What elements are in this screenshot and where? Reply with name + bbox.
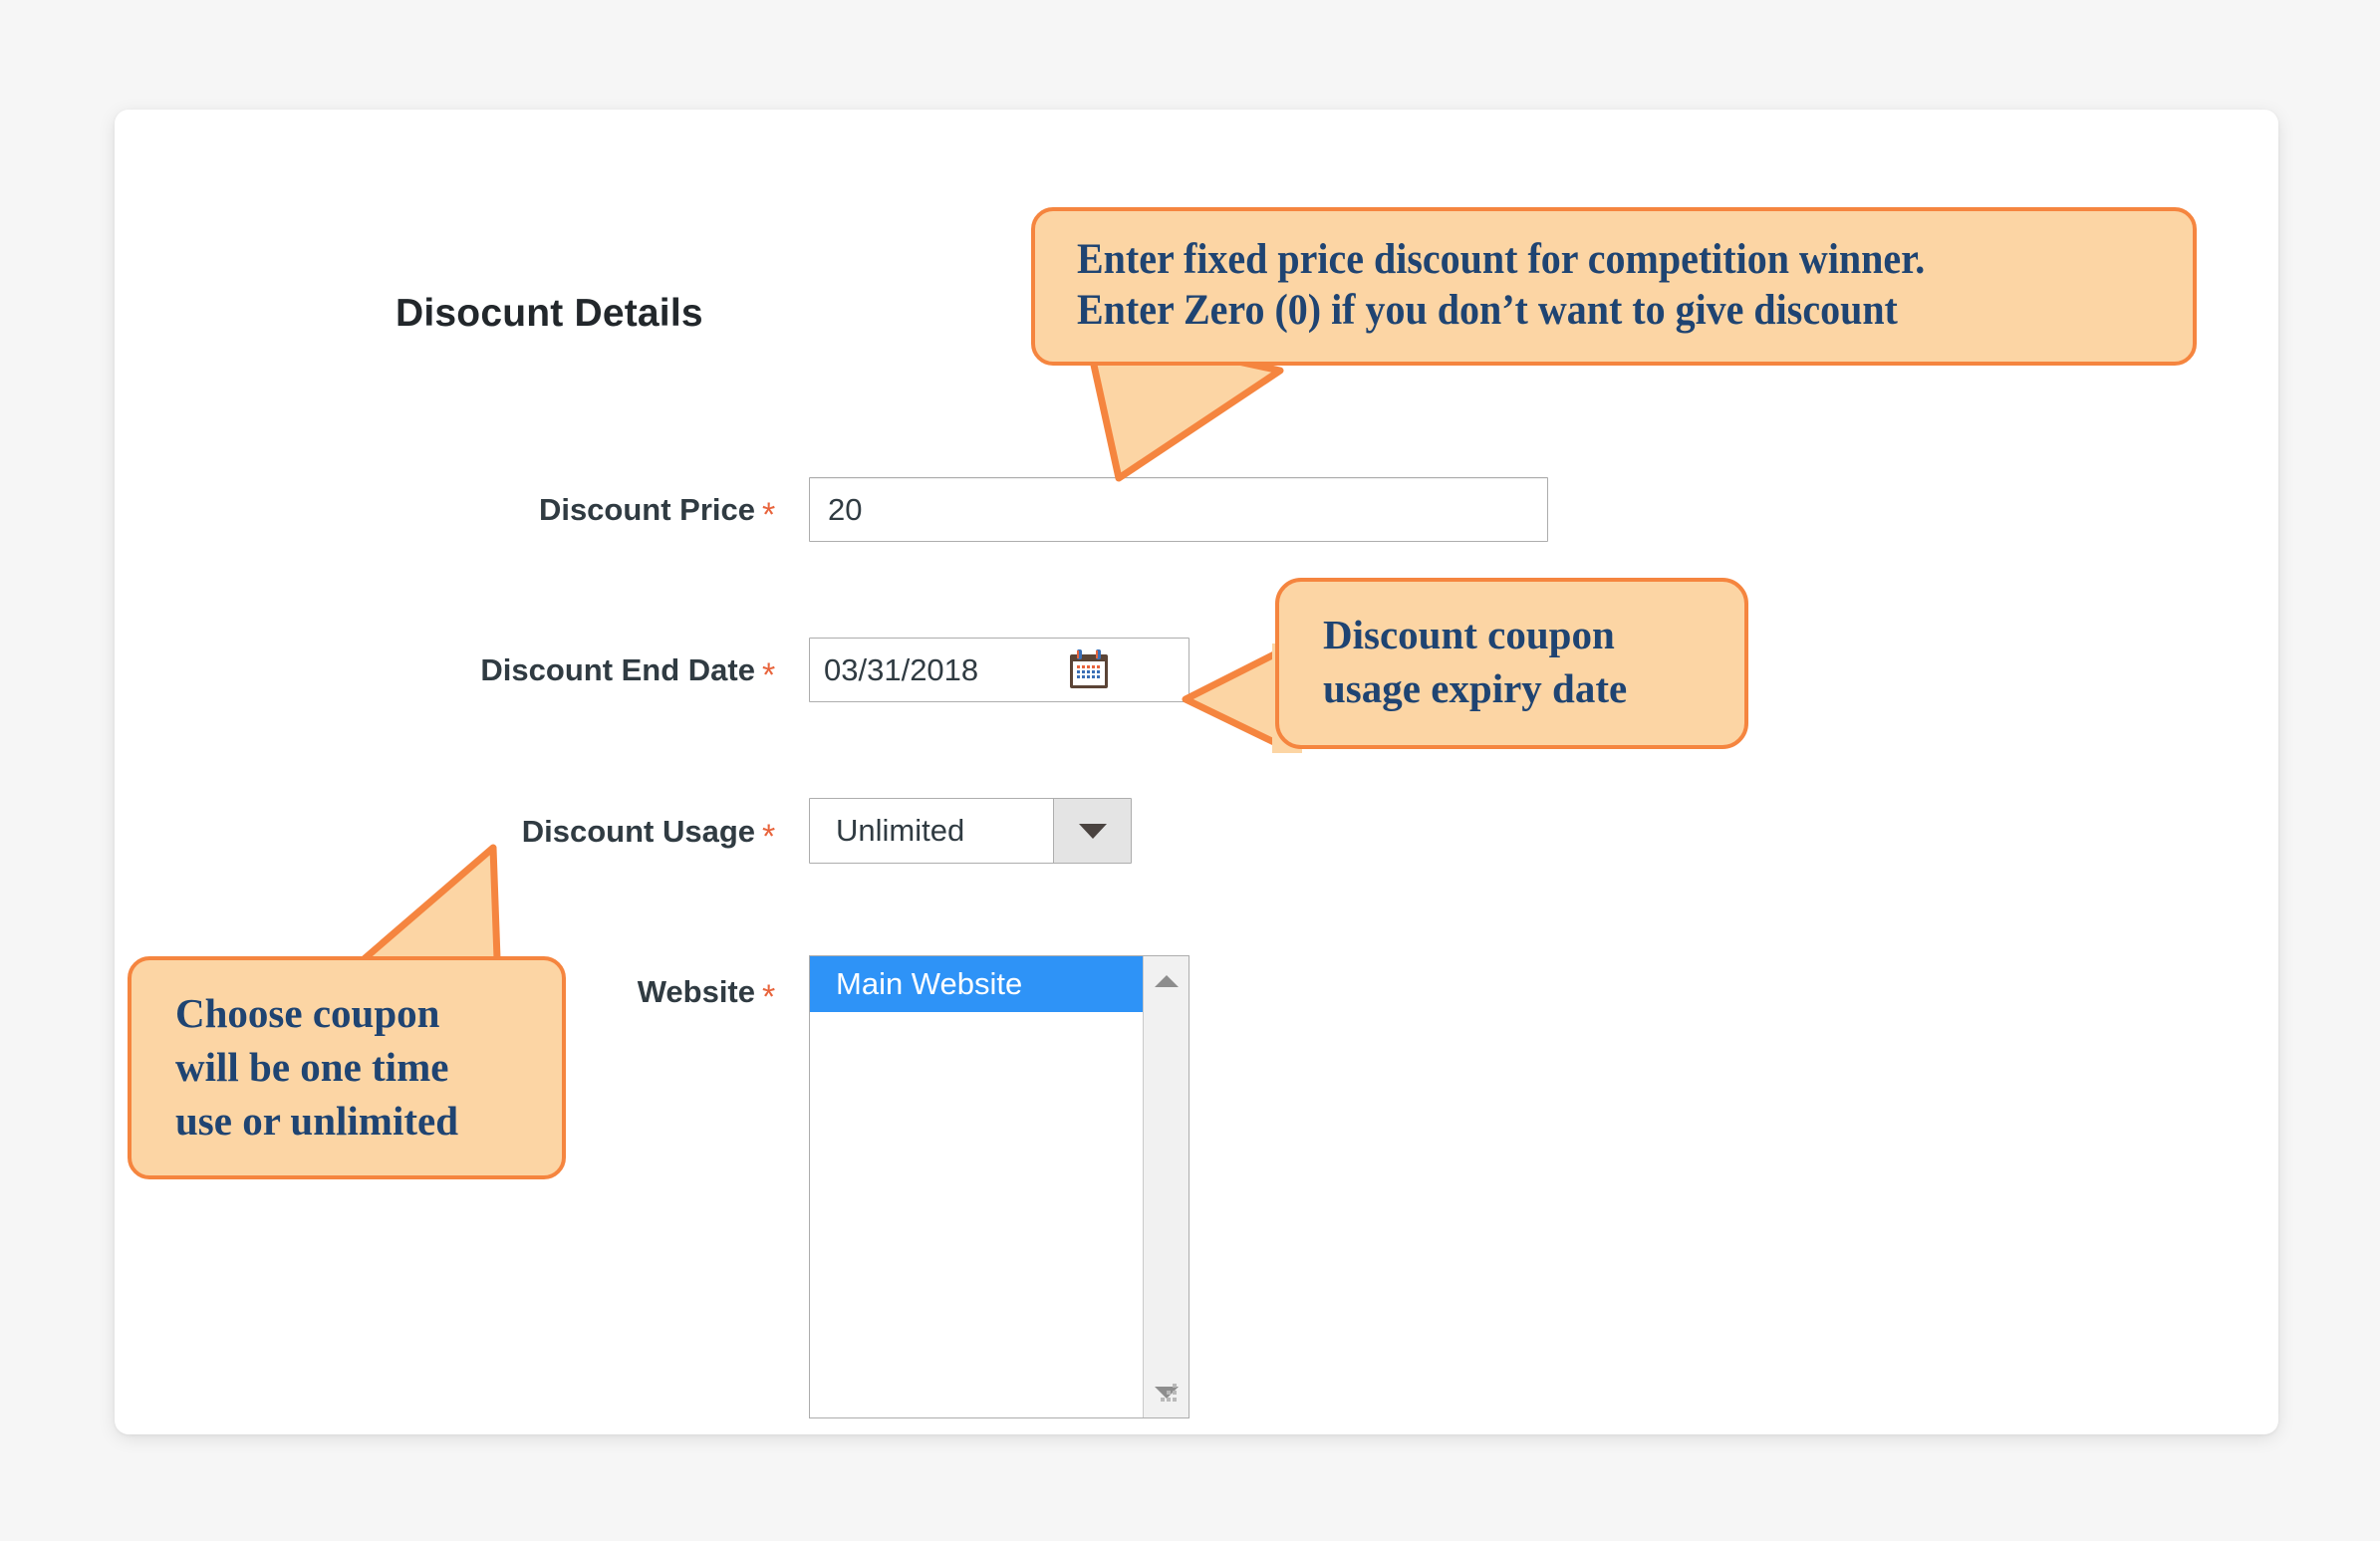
callout-line: Enter fixed price discount for competiti… bbox=[1077, 236, 1926, 283]
discount-usage-dropdown-button[interactable] bbox=[1053, 799, 1131, 863]
website-multiselect[interactable]: Main Website bbox=[809, 955, 1190, 1418]
calendar-icon[interactable] bbox=[1067, 648, 1111, 692]
discount-usage-selected-value: Unlimited bbox=[810, 799, 1053, 863]
website-option-list[interactable]: Main Website bbox=[810, 956, 1143, 1417]
callout-line: Discount coupon bbox=[1323, 612, 1615, 657]
discount-end-date-input[interactable] bbox=[810, 639, 1067, 701]
callout-line: will be one time bbox=[175, 1044, 449, 1091]
callout-line: Enter Zero (0) if you don’t want to give… bbox=[1077, 286, 1898, 334]
discount-usage-required-marker: * bbox=[762, 818, 776, 856]
chevron-down-icon bbox=[1078, 823, 1107, 839]
discount-price-required-marker: * bbox=[762, 496, 776, 534]
discount-end-date-label: Discount End Date bbox=[480, 652, 755, 687]
discount-usage-callout: Choose coupon will be one time use or un… bbox=[128, 956, 566, 1180]
discount-end-date-callout: Discount coupon usage expiry date bbox=[1275, 578, 1748, 750]
discount-end-date-required-marker: * bbox=[762, 656, 776, 694]
discount-price-label: Discount Price bbox=[538, 492, 755, 527]
website-required-marker: * bbox=[762, 978, 776, 1016]
website-scrollbar[interactable] bbox=[1143, 956, 1189, 1417]
page-title: Disocunt Details bbox=[396, 292, 703, 335]
discount-end-date-field[interactable] bbox=[809, 638, 1190, 702]
website-option-main-website[interactable]: Main Website bbox=[810, 956, 1143, 1012]
scroll-up-button[interactable] bbox=[1144, 960, 1189, 1002]
discount-price-callout: Enter fixed price discount for competiti… bbox=[1031, 207, 2197, 367]
callout-line: Choose coupon bbox=[175, 990, 440, 1036]
resize-grip-icon[interactable] bbox=[1151, 1380, 1181, 1410]
callout-line: use or unlimited bbox=[175, 1098, 458, 1145]
callout-line: usage expiry date bbox=[1323, 665, 1628, 712]
chevron-up-icon bbox=[1154, 975, 1179, 987]
discount-usage-select[interactable]: Unlimited bbox=[809, 798, 1132, 864]
